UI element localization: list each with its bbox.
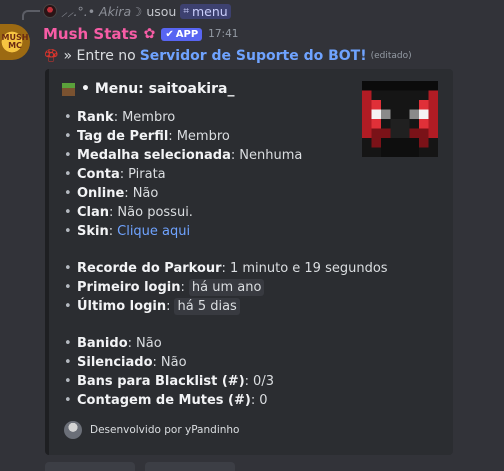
field-online: • Online: Não bbox=[64, 186, 159, 201]
field-contagem-mutes: • Contagem de Mutes (#):0 bbox=[64, 393, 268, 408]
field-clan: • Clan: Não possui. bbox=[64, 205, 193, 220]
footer-avatar bbox=[64, 421, 82, 439]
app-badge-label: APP bbox=[175, 28, 199, 40]
slash-command-icon: ⌗ bbox=[183, 5, 189, 17]
bot-username[interactable]: Mush Stats bbox=[43, 25, 138, 43]
embed: • Menu: saitoakira_ • Rank: Membro • Tag de… bbox=[45, 69, 453, 455]
field-primeiro-login: • Primeiro login: há um ano bbox=[64, 278, 444, 297]
message-content: 🍄︎ » Entre no Servidor de Suporte do BOT… bbox=[43, 46, 412, 66]
message-header: Mush Stats ✿ ✔ APP 17:41 bbox=[43, 24, 238, 44]
field-skin: • Skin: Clique aqui bbox=[64, 224, 191, 239]
relative-time[interactable]: há um ano bbox=[188, 279, 265, 296]
reply-reference[interactable]: ⸝⸝.°.• Akira☽ usou ⌗ menu bbox=[43, 2, 231, 20]
relative-time[interactable]: há 5 dias bbox=[174, 298, 240, 315]
check-icon: ✔ bbox=[165, 28, 174, 40]
command-name: menu bbox=[191, 3, 228, 19]
embed-title-text: • Menu: saitoakira_ bbox=[81, 81, 235, 97]
field-banido: • Banido: Não bbox=[64, 336, 162, 351]
embed-fields: • Rank: Membro • Tag de Perfil: Membro • Meda… bbox=[64, 108, 444, 410]
field-ultimo-login: • Último login: há 5 dias bbox=[64, 297, 444, 316]
timestamp[interactable]: 17:41 bbox=[208, 28, 238, 40]
reply-connector bbox=[22, 10, 40, 20]
field-bans-blacklist: • Bans para Blacklist (#):0/3 bbox=[64, 374, 274, 389]
reply-used-text: usou bbox=[146, 3, 177, 19]
embed-footer: Desenvolvido por yPandinho bbox=[64, 420, 239, 440]
slash-command-mention[interactable]: ⌗ menu bbox=[180, 3, 231, 19]
component-button[interactable] bbox=[145, 462, 235, 471]
mushroom-icon: 🍄︎ bbox=[43, 48, 60, 64]
footer-text: Desenvolvido por yPandinho bbox=[90, 424, 240, 436]
field-tag-perfil: • Tag de Perfil: Membro bbox=[64, 129, 230, 144]
bot-avatar[interactable]: MUSH MC bbox=[0, 24, 30, 60]
field-conta: • Conta: Pirata bbox=[64, 167, 166, 182]
field-rank: • Rank: Membro bbox=[64, 110, 176, 125]
field-recorde-parkour: • Recorde do Parkour:1 minuto e 19 segund… bbox=[64, 261, 388, 276]
field-medalha: • Medalha selecionada: Nenhuma bbox=[64, 148, 303, 163]
embed-title: • Menu: saitoakira_ bbox=[62, 81, 234, 97]
skin-link[interactable]: Clique aqui bbox=[117, 224, 190, 239]
field-silenciado: • Silenciado: Não bbox=[64, 355, 187, 370]
star-icon: ✿ bbox=[143, 26, 156, 42]
server-link[interactable]: Servidor de Suporte do BOT! bbox=[140, 48, 367, 64]
component-button[interactable] bbox=[45, 462, 135, 471]
reply-username[interactable]: ⸝⸝.°.• Akira☽ bbox=[61, 3, 142, 20]
message-prefix: » Entre no bbox=[63, 48, 136, 64]
app-badge: ✔ APP bbox=[161, 27, 203, 41]
edited-label: (editado) bbox=[370, 51, 412, 61]
grass-block-icon bbox=[62, 82, 75, 96]
component-row bbox=[45, 462, 235, 471]
reply-avatar[interactable] bbox=[43, 4, 57, 18]
